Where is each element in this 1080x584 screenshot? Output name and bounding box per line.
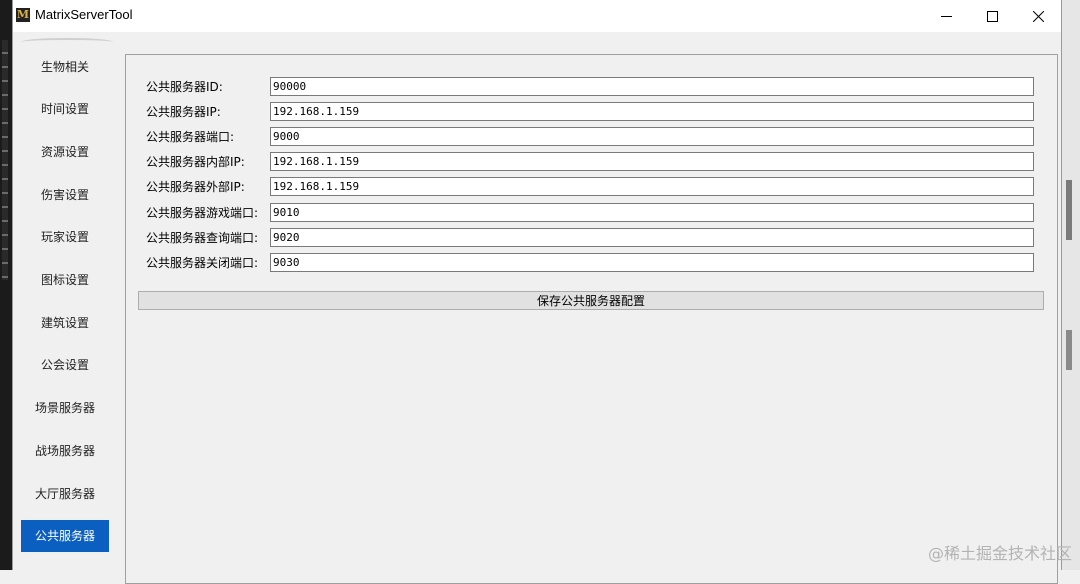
title-bar[interactable]: M MatrixServerTool bbox=[13, 0, 1061, 32]
form-row: 公共服务器端口: bbox=[146, 126, 1034, 146]
field-label: 公共服务器ID: bbox=[146, 79, 223, 94]
desktop-text-fragment bbox=[2, 40, 8, 280]
close-button[interactable] bbox=[1015, 0, 1061, 32]
form-row: 公共服务器游戏端口: bbox=[146, 202, 1034, 222]
form-row: 公共服务器ID: bbox=[146, 76, 1034, 96]
sidebar-nav: 生物相关时间设置资源设置伤害设置玩家设置图标设置建筑设置公会设置场景服务器战场服… bbox=[13, 32, 123, 570]
maximize-button[interactable] bbox=[969, 0, 1015, 32]
app-window: M MatrixServerTool 生物相关时间设置资源设置伤害设置玩家设置图… bbox=[12, 0, 1062, 584]
field-label: 公共服务器关闭端口: bbox=[146, 255, 259, 270]
sidebar-item[interactable]: 玩家设置 bbox=[21, 221, 109, 253]
window-title: MatrixServerTool bbox=[35, 7, 133, 22]
form-row: 公共服务器IP: bbox=[146, 101, 1034, 121]
minimize-button[interactable] bbox=[923, 0, 969, 32]
field-input[interactable] bbox=[270, 76, 1034, 96]
field-label: 公共服务器查询端口: bbox=[146, 230, 259, 245]
sidebar-item[interactable]: 公会设置 bbox=[21, 349, 109, 381]
desktop-background-left bbox=[0, 0, 12, 570]
field-input[interactable] bbox=[270, 252, 1034, 272]
maximize-icon bbox=[986, 10, 998, 22]
save-config-button[interactable]: 保存公共服务器配置 bbox=[138, 291, 1044, 310]
field-input[interactable] bbox=[270, 152, 1034, 172]
sidebar-item[interactable]: 生物相关 bbox=[21, 50, 109, 82]
form-row: 公共服务器内部IP: bbox=[146, 152, 1034, 172]
sidebar-item[interactable]: 建筑设置 bbox=[21, 306, 109, 338]
minimize-icon bbox=[940, 15, 952, 17]
sidebar-item[interactable]: 图标设置 bbox=[21, 264, 109, 296]
watermark: @稀土掘金技术社区 bbox=[927, 544, 1072, 563]
field-input[interactable] bbox=[270, 177, 1034, 197]
field-input[interactable] bbox=[270, 227, 1034, 247]
sidebar-item[interactable]: 时间设置 bbox=[21, 93, 109, 125]
field-label: 公共服务器端口: bbox=[146, 129, 235, 144]
app-logo-icon: M bbox=[16, 8, 30, 22]
field-input[interactable] bbox=[270, 126, 1034, 146]
form-row: 公共服务器外部IP: bbox=[146, 177, 1034, 197]
field-input[interactable] bbox=[270, 101, 1034, 121]
field-label: 公共服务器IP: bbox=[146, 104, 221, 119]
sidebar-item[interactable]: 资源设置 bbox=[21, 135, 109, 167]
sidebar-item[interactable]: 公共服务器 bbox=[21, 519, 109, 552]
form-row: 公共服务器查询端口: bbox=[146, 227, 1034, 247]
desktop-scrollbar bbox=[1066, 330, 1072, 370]
field-label: 公共服务器外部IP: bbox=[146, 180, 245, 195]
form-row: 公共服务器关闭端口: bbox=[146, 252, 1034, 272]
field-label: 公共服务器游戏端口: bbox=[146, 205, 259, 220]
field-label: 公共服务器内部IP: bbox=[146, 155, 245, 170]
config-panel: 公共服务器ID: 公共服务器IP: 公共服务器端口: 公共服务器内部IP: 公共服务器外… bbox=[125, 54, 1058, 584]
desktop-scrollbar bbox=[1066, 180, 1072, 240]
sidebar-item[interactable]: 战场服务器 bbox=[21, 434, 109, 466]
sidebar-item[interactable]: 伤害设置 bbox=[21, 178, 109, 210]
sidebar-divider bbox=[21, 38, 113, 46]
sidebar-item[interactable]: 大厅服务器 bbox=[21, 477, 109, 509]
desktop-background-right bbox=[1061, 0, 1080, 570]
close-icon bbox=[1032, 10, 1044, 22]
sidebar-item[interactable]: 场景服务器 bbox=[21, 392, 109, 424]
field-input[interactable] bbox=[270, 202, 1034, 222]
